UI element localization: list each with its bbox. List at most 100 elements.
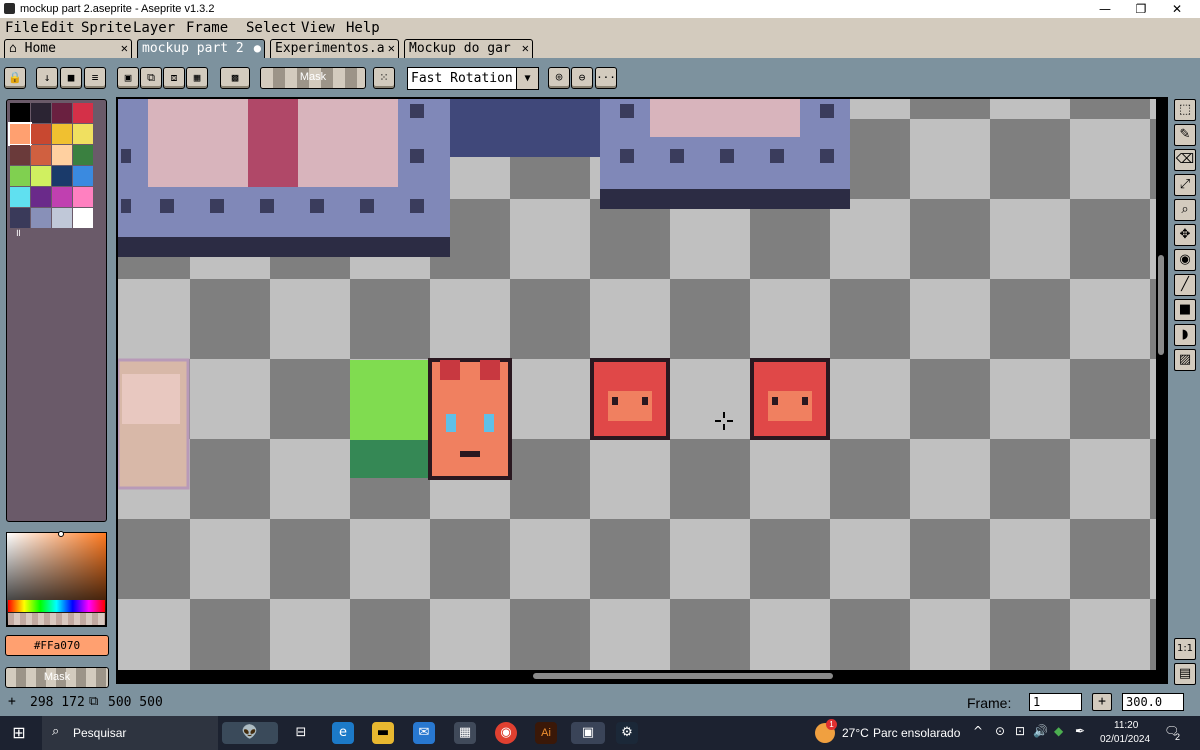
menu-view[interactable]: View [301,19,335,37]
tab-label: Home [24,41,56,56]
link-icon[interactable]: ⊖ [571,67,593,89]
eraser-icon[interactable]: ⌫ [1174,149,1196,171]
menu-select[interactable]: Select [246,19,297,37]
zoom-input[interactable]: 300.0 [1122,693,1184,711]
palette-swatch[interactable] [31,145,51,165]
palette-swatch[interactable] [10,166,30,186]
menu-help[interactable]: Help [346,19,380,37]
alpha-slider[interactable] [8,613,105,625]
selection-mode-replace-icon[interactable]: ▣ [117,67,139,89]
palette-swatch[interactable] [73,145,93,165]
vertical-scrollbar-thumb[interactable] [1158,255,1164,355]
display-icon[interactable]: ⊡ [1015,724,1025,738]
zoom-icon[interactable]: ⌕ [1174,199,1196,221]
palette-swatch[interactable] [52,124,72,144]
palette-swatch[interactable] [8,122,32,146]
new-frame-button[interactable]: + [1092,693,1112,711]
palette-swatch[interactable] [31,187,51,207]
aseprite-taskbar-icon[interactable]: ▣ [571,722,605,744]
selection-menu-icon[interactable]: ≡ [84,67,106,89]
palette-swatch[interactable] [73,103,93,123]
contour-icon[interactable]: ◗ [1174,324,1196,346]
timeline-toggle-icon[interactable]: ▤ [1174,663,1196,685]
color-picker-cursor[interactable] [58,531,64,537]
palette-swatch[interactable] [52,145,72,165]
weather-badge: 1 [826,719,837,730]
vertical-scrollbar[interactable] [1157,99,1166,670]
palette-swatch[interactable] [52,208,72,228]
horizontal-scrollbar-thumb[interactable] [533,673,833,679]
pivot-icon[interactable]: ⁙ [373,67,395,89]
taskbar-search[interactable]: ⌕ Pesquisar [42,716,218,750]
close-window-button[interactable]: ✕ [1154,0,1200,18]
tab-mockup-do-gar[interactable]: Mockup do gar ✕ [404,39,533,59]
palette-swatch[interactable] [31,124,51,144]
meet-now-icon[interactable]: ⊙ [995,724,1005,738]
palette-swatch[interactable] [73,187,93,207]
tab-experimentos[interactable]: Experimentos.a ✕ [270,39,399,59]
task-view-icon[interactable]: ⊟ [290,722,312,744]
menu-layer[interactable]: Layer [133,19,175,37]
selection-mode-subtract-icon[interactable]: ⧈ [163,67,185,89]
palette-swatch[interactable] [52,103,72,123]
selection-replace-icon[interactable]: ↓ [36,67,58,89]
menu-sprite[interactable]: Sprite [81,19,132,37]
rectangle-icon[interactable]: ■ [1174,299,1196,321]
more-options-button[interactable]: ··· [595,67,617,89]
volume-icon[interactable]: 🔊 [1033,724,1048,738]
tab-close-icon[interactable]: ✕ [121,40,128,57]
lock-icon[interactable]: 🔒 [4,67,26,89]
hue-slider[interactable] [8,600,105,612]
sprite-canvas[interactable] [118,99,1156,670]
illustrator-icon[interactable]: Ai [535,722,557,744]
tab-mockup-part-2[interactable]: mockup part 2 ● [137,39,265,59]
chevron-up-icon[interactable]: ^ [973,724,983,738]
pen-icon[interactable]: ✒ [1075,724,1085,738]
palette-swatch[interactable] [31,103,51,123]
steam-icon[interactable]: ⚙ [616,722,638,744]
selection-add-icon[interactable]: ■ [60,67,82,89]
frame-input[interactable]: 1 [1029,693,1082,711]
foreground-color-button[interactable]: #FFa070 [5,635,109,656]
pixel-perfect-button[interactable]: 1:1 [1174,638,1196,660]
tab-close-icon[interactable]: ✕ [388,40,395,57]
palette-swatch[interactable] [73,124,93,144]
rectangular-marquee-icon[interactable]: ⬚ [1174,99,1196,121]
palette-swatch[interactable] [31,166,51,186]
mask-color-button[interactable]: Mask [260,67,366,89]
chevron-down-icon[interactable]: ▼ [516,68,538,89]
palette-swatch[interactable] [73,208,93,228]
alien-widget-icon[interactable]: 👽 [222,722,278,744]
blur-icon[interactable]: ▨ [1174,349,1196,371]
eyedropper-icon[interactable]: ⤢ [1174,174,1196,196]
palette-swatch[interactable] [52,187,72,207]
drop-pixels-icon[interactable]: ⌾ [548,67,570,89]
paint-bucket-icon[interactable]: ◉ [1174,249,1196,271]
palette-swatch[interactable] [10,145,30,165]
edge-browser-icon[interactable]: e [332,722,354,744]
palette-swatch[interactable] [31,208,51,228]
selection-mode-add-icon[interactable]: ⧉ [140,67,162,89]
microsoft-store-icon[interactable]: ▦ [454,722,476,744]
menu-file[interactable]: File [5,19,39,37]
palette-swatch[interactable] [73,166,93,186]
file-explorer-icon[interactable]: ▬ [372,722,394,744]
windows-start-icon[interactable]: ⊞ [8,722,30,744]
menu-frame[interactable]: Frame [186,19,228,37]
security-icon[interactable]: ◆ [1054,724,1063,738]
transparent-color-icon[interactable]: ▩ [220,67,250,89]
tab-home[interactable]: ⌂ Home ✕ [4,39,132,59]
palette-swatch[interactable] [10,187,30,207]
move-icon[interactable]: ✥ [1174,224,1196,246]
palette-swatch[interactable] [52,166,72,186]
rotation-algorithm-select[interactable]: Fast Rotation ▼ [407,67,539,90]
palette-swatch[interactable] [10,103,30,123]
tab-close-icon[interactable]: ✕ [522,40,529,57]
selection-mode-intersect-icon[interactable]: ▦ [186,67,208,89]
menu-edit[interactable]: Edit [41,19,75,37]
background-color-button[interactable]: Mask [5,667,109,688]
chrome-icon[interactable]: ◉ [495,722,517,744]
mail-icon[interactable]: ✉ [413,722,435,744]
line-icon[interactable]: ╱ [1174,274,1196,296]
pencil-icon[interactable]: ✎ [1174,124,1196,146]
